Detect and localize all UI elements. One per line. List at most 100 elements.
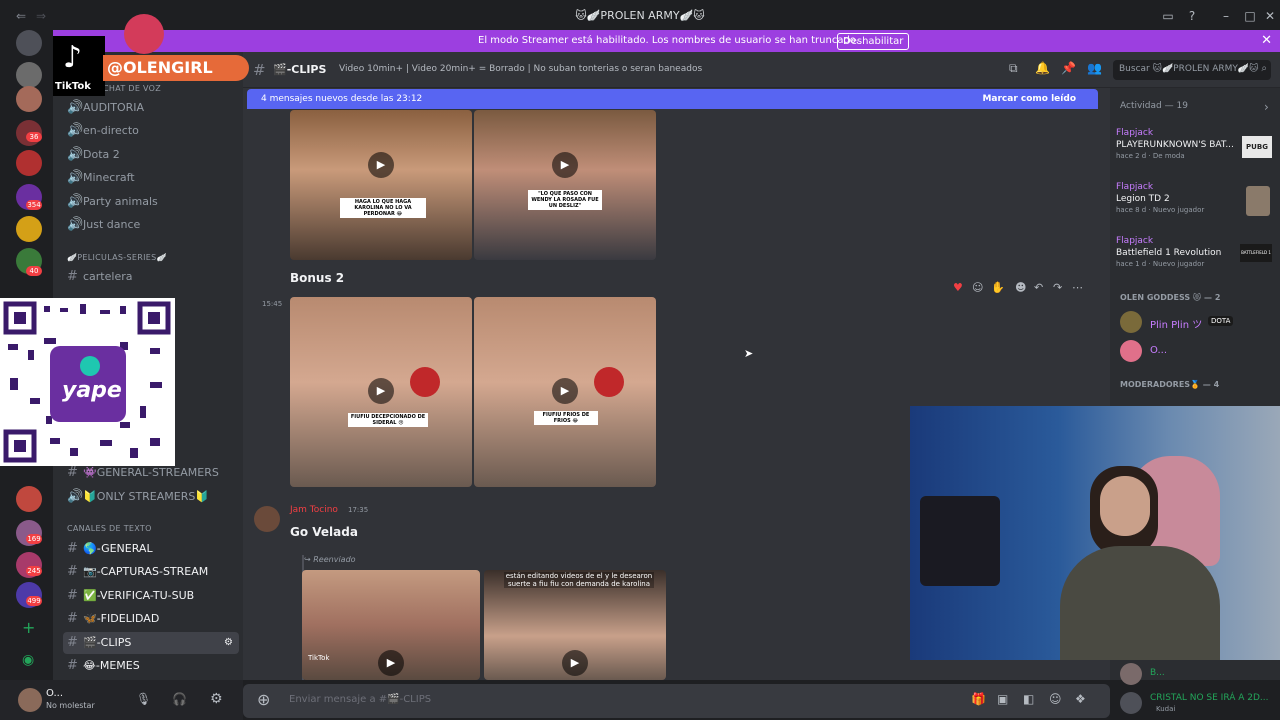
headset-icon[interactable]: 🎧 <box>172 692 187 706</box>
chevron-right-icon[interactable]: › <box>1264 100 1269 114</box>
laugh-reaction-icon[interactable]: ☺ <box>972 281 983 294</box>
text-channel[interactable]: # cartelera <box>63 266 239 288</box>
message-timestamp: 17:35 <box>348 506 369 514</box>
mention-badge: 354 <box>26 200 42 210</box>
reply-icon[interactable]: ↶ <box>1034 281 1043 294</box>
video-attachment[interactable]: están editando videos de el y le desearo… <box>484 570 666 680</box>
activity-card[interactable]: Flapjack PLAYERUNKNOWN'S BAT... hace 2 d… <box>1116 128 1274 174</box>
play-icon[interactable]: ▶ <box>378 650 404 676</box>
play-icon[interactable]: ▶ <box>552 152 578 178</box>
microphone-icon[interactable]: 🎙 <box>136 692 151 706</box>
member-activity: Kudai <box>1156 705 1176 713</box>
sticker-icon[interactable]: ◧ <box>1023 692 1034 706</box>
play-icon[interactable]: ▶ <box>562 650 588 676</box>
tiktok-icon: ♪ <box>63 40 83 75</box>
voice-channel[interactable]: 🔊Minecraft <box>63 167 239 189</box>
message-composer[interactable]: ⊕ Enviar mensaje a #🎬-CLIPS 🎁 ▣ ◧ ☺ ❖ <box>243 684 1110 718</box>
play-icon[interactable]: ▶ <box>368 152 394 178</box>
voice-channel[interactable]: 🔊Party animals <box>63 191 239 213</box>
member-name[interactable]: B... <box>1150 668 1165 678</box>
speaker-icon: 🔊 <box>67 147 84 162</box>
member-name[interactable]: CRISTAL NO SE IRÁ A 2D... <box>1150 693 1269 703</box>
new-messages-bar[interactable]: 4 mensajes nuevos desde las 23:12 Marcar… <box>247 89 1098 109</box>
text-channel[interactable]: # 📷-CAPTURAS-STREAM <box>63 561 239 583</box>
avatar[interactable] <box>1120 340 1142 362</box>
apps-icon[interactable]: ❖ <box>1075 692 1086 706</box>
inbox-icon[interactable]: ▭ <box>1160 8 1176 24</box>
category-text[interactable]: CANALES DE TEXTO <box>67 524 152 533</box>
server-icon[interactable] <box>16 486 42 512</box>
discover-icon[interactable]: ◉ <box>22 652 34 668</box>
video-attachment[interactable]: ▶ "LO QUE PASO CON WENDY LA ROSADA FUE U… <box>474 110 656 260</box>
help-icon[interactable]: ? <box>1184 8 1200 24</box>
avatar[interactable] <box>254 506 280 532</box>
member-name[interactable]: Plin Plin ツ <box>1150 316 1202 331</box>
members-icon[interactable]: 👥 <box>1087 61 1102 75</box>
text-channel-selected[interactable]: # 🎬-CLIPS ⚙ <box>63 632 239 654</box>
settings-icon[interactable]: ⚙ <box>224 632 233 654</box>
activity-card[interactable]: Flapjack Legion TD 2 hace 8 d · Nuevo ju… <box>1116 182 1274 228</box>
add-attachment-icon[interactable]: ⊕ <box>257 690 270 709</box>
voice-channel[interactable]: 🔊AUDITORIA <box>63 97 239 119</box>
voice-channel[interactable]: 🔊Dota 2 <box>63 144 239 166</box>
server-icon[interactable] <box>16 62 42 88</box>
voice-channel[interactable]: 🔊en-directo <box>63 120 239 142</box>
add-server-icon[interactable]: + <box>22 618 35 637</box>
video-attachment[interactable]: ▶ TikTok <box>302 570 480 680</box>
gif-icon[interactable]: ▣ <box>997 692 1008 706</box>
category-voice[interactable]: CHAT DE VOZ <box>103 84 161 93</box>
server-icon[interactable] <box>16 216 42 242</box>
message-input[interactable]: Enviar mensaje a #🎬-CLIPS <box>289 694 431 705</box>
avatar[interactable] <box>1120 663 1142 685</box>
video-attachment[interactable]: ▶ HAGA LO QUE HAGA KAROLINA NO LO VA PER… <box>290 110 472 260</box>
text-channel[interactable]: # ✅-VERIFICA-TU-SUB <box>63 585 239 607</box>
avatar[interactable] <box>1120 692 1142 714</box>
channel-header: # 🎬-CLIPS Video 10min+ | Video 20min+ = … <box>243 52 1280 88</box>
close-window-icon[interactable]: ✕ <box>1262 8 1278 24</box>
speaker-icon: 🔊 <box>67 123 84 138</box>
pray-reaction-icon[interactable]: ✋ <box>991 281 1005 294</box>
play-icon[interactable]: ▶ <box>552 378 578 404</box>
text-channel[interactable]: # 🦋-FIDELIDAD <box>63 608 239 630</box>
server-icon[interactable] <box>16 30 42 56</box>
voice-channel[interactable]: 🔊Just dance <box>63 214 239 236</box>
member-name[interactable]: O... <box>1150 345 1167 356</box>
video-attachment[interactable]: ▶ FIUFIU FRIOS DE FRIOS 😂 <box>474 297 656 487</box>
message-author[interactable]: Jam Tocino <box>290 505 338 515</box>
play-icon[interactable]: ▶ <box>368 378 394 404</box>
forward-icon[interactable]: ↷ <box>1053 281 1062 294</box>
text-channel[interactable]: # 🌎-GENERAL <box>63 538 239 560</box>
server-icon[interactable] <box>16 86 42 112</box>
more-icon[interactable]: ⋯ <box>1072 281 1083 294</box>
server-icon[interactable] <box>16 150 42 176</box>
emoji-icon[interactable]: ☺ <box>1049 692 1062 706</box>
avatar[interactable] <box>18 688 42 712</box>
maximize-icon[interactable]: □ <box>1242 8 1258 24</box>
gear-icon[interactable]: ⚙ <box>210 691 223 707</box>
close-icon[interactable]: ✕ <box>1261 33 1272 48</box>
search-icon: ⌕ <box>1261 63 1267 74</box>
tiktok-handle: @OLENGIRL <box>103 55 249 81</box>
category-movies[interactable]: 🪽PELICULAS-SERIES🪽 <box>67 253 167 262</box>
avatar[interactable] <box>1120 311 1142 333</box>
mention-badge: 36 <box>26 132 42 142</box>
add-reaction-icon[interactable]: ☻ <box>1015 281 1026 294</box>
mark-read-button[interactable]: Marcar como leído <box>982 94 1076 104</box>
video-attachment[interactable]: ▶ FIUFIU DECEPCIONADO DE SIDERAL 😢 <box>290 297 472 487</box>
threads-icon[interactable]: ⧉ <box>1009 61 1018 76</box>
disable-streamer-button[interactable]: Deshabilitar <box>837 33 910 50</box>
text-channel[interactable]: # 😂-MEMES <box>63 655 239 677</box>
minimize-icon[interactable]: – <box>1218 8 1234 24</box>
channel-topic[interactable]: Video 10min+ | Video 20min+ = Borrado | … <box>339 64 702 74</box>
bell-icon[interactable]: 🔔 <box>1035 61 1050 75</box>
hash-icon: # <box>67 588 78 603</box>
search-input[interactable]: Buscar 🐱🪽PROLEN ARMY🪽🐱 ⌕ <box>1113 60 1271 80</box>
video-caption: "LO QUE PASO CON WENDY LA ROSADA FUE UN … <box>528 190 602 210</box>
gift-icon[interactable]: 🎁 <box>971 692 986 706</box>
activity-card[interactable]: Flapjack Battlefield 1 Revolution hace 1… <box>1116 236 1274 282</box>
speaker-icon: 🔊 <box>67 217 84 232</box>
pin-icon[interactable]: 📌 <box>1061 61 1076 75</box>
voice-channel[interactable]: 🔊🔰ONLY STREAMERS🔰 <box>63 486 239 508</box>
heart-reaction-icon[interactable]: ♥ <box>953 281 963 294</box>
video-watermark: TikTok <box>308 654 330 662</box>
